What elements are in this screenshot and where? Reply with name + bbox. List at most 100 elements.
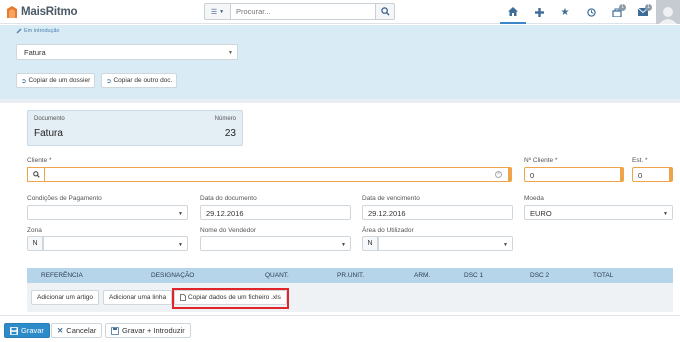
vendedor-select[interactable]: ▼ (200, 236, 351, 251)
est-input[interactable]: 0 (632, 167, 673, 182)
recent-button[interactable] (578, 0, 604, 24)
doc-type-select[interactable]: Fatura ▼ (16, 44, 238, 60)
import-icon: ➲ (21, 77, 27, 85)
favorites-button[interactable]: ★ (552, 0, 578, 24)
cancel-button[interactable]: ✕ Cancelar (51, 323, 103, 338)
zona-select[interactable]: ▼ (43, 236, 188, 251)
number-label: Número (214, 116, 236, 122)
user-avatar-icon (659, 7, 677, 24)
col-dsc1: DSC 1 (464, 272, 484, 279)
ncliente-input[interactable]: 0 (524, 167, 624, 182)
zona-prefix: N (27, 236, 43, 251)
col-referencia: REFERÊNCIA (41, 272, 83, 279)
logo-icon (6, 5, 18, 19)
add-article-button[interactable]: Adicionar um artigo (31, 290, 99, 305)
caret-down-icon: ▼ (503, 242, 508, 248)
list-icon: ☰ (210, 8, 218, 16)
data-venc-input[interactable]: 29.12.2016 (362, 205, 513, 220)
caret-down-icon: ▼ (228, 50, 233, 56)
zona-label: Zona (27, 227, 42, 234)
data-venc-value: 29.12.2016 (368, 209, 406, 218)
section-divider (0, 99, 680, 103)
inbox-badge: 1 (619, 4, 626, 11)
save-button[interactable]: Gravar (4, 323, 50, 338)
search-icon (32, 171, 40, 178)
zona-prefix-value: N (32, 240, 38, 247)
col-designacao: DESIGNAÇÃO (151, 272, 195, 279)
import-icon: ➲ (106, 77, 112, 85)
mail-button[interactable]: 1 (630, 0, 656, 24)
save-label: Gravar (21, 326, 44, 335)
clear-icon[interactable]: × (495, 171, 502, 178)
new-button[interactable] (526, 0, 552, 24)
chevron-down-icon: ▼ (219, 8, 225, 15)
avatar[interactable] (656, 0, 680, 24)
add-line-button[interactable]: Adicionar uma linha (103, 290, 173, 305)
home-button[interactable] (500, 0, 526, 24)
cliente-search-button[interactable] (27, 167, 44, 182)
add-line-label: Adicionar uma linha (109, 294, 167, 301)
app-logo[interactable]: MaisRitmo (6, 3, 78, 20)
moeda-value: EURO (530, 209, 552, 218)
doc-label: Documento (34, 116, 65, 122)
cond-pag-select[interactable]: ▼ (27, 205, 188, 220)
col-total: TOTAL (593, 272, 614, 279)
col-pr-unit: PR.UNIT. (337, 272, 365, 279)
data-doc-label: Data do documento (200, 195, 257, 202)
copy-dossier-button[interactable]: ➲ Copiar de um dossier (16, 73, 96, 88)
caret-down-icon: ▼ (341, 242, 346, 248)
save-new-label: Gravar + Introduzir (122, 326, 185, 335)
copy-other-doc-button[interactable]: ➲ Copiar de outro doc. (101, 73, 178, 88)
ncliente-label: Nº Cliente * (524, 157, 558, 164)
area-prefix-value: N (367, 240, 373, 247)
moeda-label: Moeda (524, 195, 544, 202)
close-icon: ✕ (57, 326, 64, 335)
inbox-button[interactable]: 1 (604, 0, 630, 24)
search-bar: ☰ ▼ (204, 3, 395, 20)
moeda-select[interactable]: EURO ▼ (524, 205, 673, 220)
edit-icon (16, 28, 22, 34)
cond-pag-label: Condições de Pagamento (27, 195, 102, 202)
search-button[interactable] (376, 3, 395, 20)
cancel-label: Cancelar (66, 326, 97, 335)
area-label: Área do Utilizador (362, 227, 414, 234)
save-and-new-button[interactable]: Gravar + Introduzir (105, 323, 191, 338)
doc-type-value: Fatura (24, 48, 46, 57)
caret-down-icon: ▼ (178, 211, 183, 217)
app-name: MaisRitmo (21, 5, 78, 18)
number-value: 23 (224, 128, 236, 139)
cliente-input[interactable]: × (44, 167, 512, 182)
area-prefix: N (362, 236, 378, 251)
footer-actions: Gravar ✕ Cancelar Gravar + Introduzir (0, 315, 680, 342)
star-icon: ★ (560, 6, 570, 18)
clock-icon (586, 7, 596, 17)
vendedor-label: Nome do Vendedor (200, 227, 257, 234)
col-arm: ARM. (414, 272, 431, 279)
copy-dossier-label: Copiar de um dossier (28, 77, 91, 84)
home-icon (508, 6, 518, 16)
est-value: 0 (638, 171, 643, 180)
document-summary-card: Documento Número Fatura 23 (27, 110, 243, 146)
search-menu-button[interactable]: ☰ ▼ (204, 3, 231, 20)
top-navbar: MaisRitmo ☰ ▼ ★ 1 1 (0, 0, 680, 24)
status-indicator: Em introdução (16, 28, 59, 34)
col-dsc2: DSC 2 (530, 272, 550, 279)
ncliente-value: 0 (530, 171, 535, 180)
lines-toolbar: Adicionar um artigo Adicionar uma linha … (27, 283, 673, 312)
lines-table-header: REFERÊNCIA DESIGNAÇÃO QUANT. PR.UNIT. AR… (27, 268, 673, 283)
top-icons: ★ 1 1 (500, 0, 680, 24)
caret-down-icon: ▼ (663, 211, 668, 217)
mail-badge: 1 (645, 4, 652, 11)
add-article-label: Adicionar um artigo (37, 294, 93, 301)
data-doc-input[interactable]: 29.12.2016 (200, 205, 351, 220)
plus-icon (534, 7, 544, 17)
floppy-icon (10, 326, 18, 335)
search-input[interactable] (231, 3, 376, 20)
copy-other-label: Copiar de outro doc. (113, 77, 173, 84)
document-header: Em introdução Fatura ▼ ➲ Copiar de um do… (0, 25, 680, 99)
highlight-box (172, 288, 289, 309)
data-doc-value: 29.12.2016 (206, 209, 244, 218)
floppy-icon (111, 326, 119, 335)
area-select[interactable]: ▼ (378, 236, 513, 251)
doc-value: Fatura (34, 128, 63, 139)
